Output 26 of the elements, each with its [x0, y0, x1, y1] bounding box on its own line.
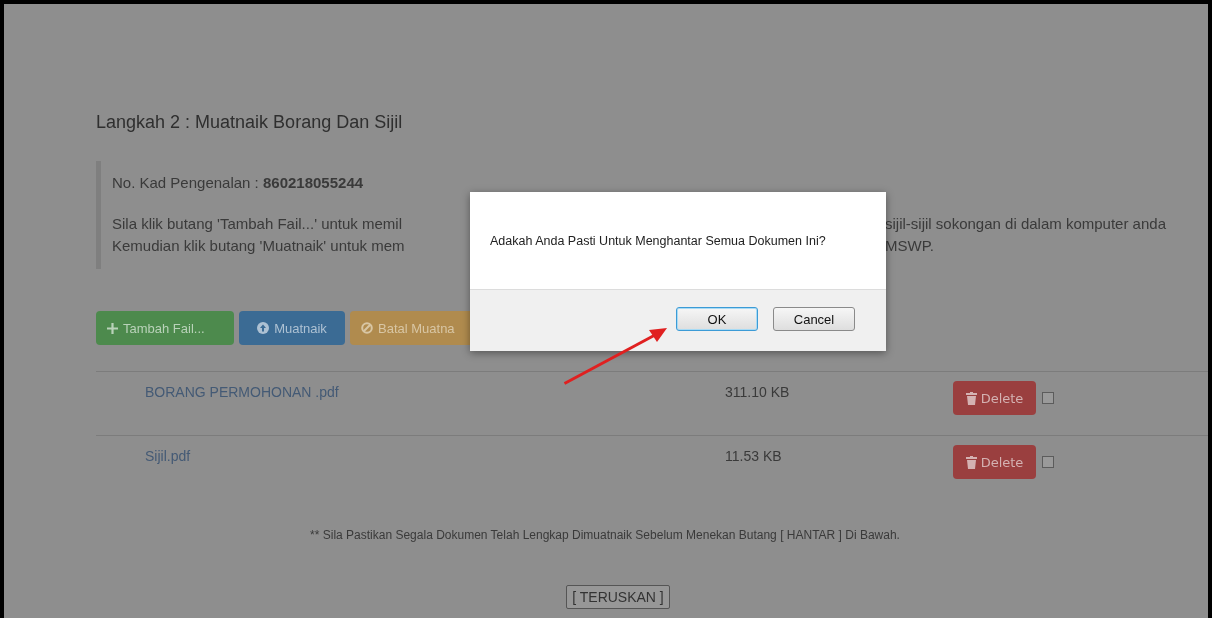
note-text: ** Sila Pastikan Segala Dokumen Telah Lengkap Dimuatnaik Sebelum Menekan Butang [ HANTAR ] Di Bawah. [310, 528, 900, 542]
id-number-text: No. Kad Pengenalan : 860218055244 [112, 173, 364, 193]
file-size: 11.53 KB [725, 448, 782, 464]
instruction-text: Sila klik butang 'Tambah Fail...' untuk memil [112, 214, 403, 234]
upload-button[interactable]: Muatnaik [239, 311, 345, 345]
page-heading: Langkah 2 : Muatnaik Borang Dan Sijil [96, 111, 403, 133]
instruction-text: Kemudian klik butang 'Muatnaik' untuk mem [112, 236, 405, 256]
ok-button[interactable]: OK [676, 307, 758, 331]
instruction-text: sijil-sijil sokongan di dalam komputer anda [885, 214, 1166, 234]
continue-button[interactable]: [ TERUSKAN ] [566, 585, 670, 609]
add-file-button[interactable]: Tambah Fail... [96, 311, 234, 345]
delete-button[interactable]: Delete [953, 445, 1036, 479]
checkbox[interactable] [1042, 392, 1054, 404]
file-link[interactable]: BORANG PERMOHONAN .pdf [145, 384, 339, 400]
dialog-message: Adakah Anda Pasti Untuk Menghantar Semua Dokumen Ini? [490, 233, 826, 248]
file-link[interactable]: Sijil.pdf [145, 448, 191, 464]
delete-button[interactable]: Delete [953, 381, 1036, 415]
ban-icon [361, 322, 373, 334]
trash-icon [965, 391, 977, 405]
arrow-up-circle-icon [257, 322, 270, 334]
cancel-button[interactable]: Cancel [773, 307, 855, 331]
file-size: 311.10 KB [725, 384, 790, 400]
checkbox[interactable] [1042, 456, 1054, 468]
trash-icon [965, 455, 977, 469]
plus-icon [107, 322, 118, 334]
instruction-text: MSWP. [885, 236, 934, 256]
